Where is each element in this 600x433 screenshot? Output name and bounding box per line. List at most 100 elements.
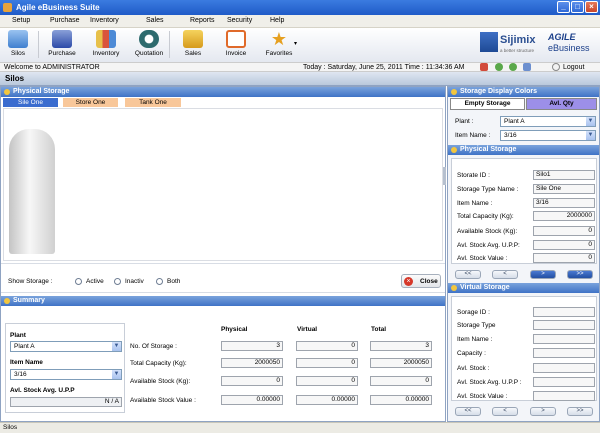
menu-reports[interactable]: Reports xyxy=(190,17,215,24)
menu-sales[interactable]: Sales xyxy=(146,17,164,24)
logout-link[interactable]: Logout xyxy=(563,64,584,72)
datetime-text: Today : Saturday, June 25, 2011 Time : 1… xyxy=(303,64,465,71)
detail-value: 2000000 xyxy=(533,211,595,221)
col-physical: Physical xyxy=(221,326,248,333)
bar-chart-icon xyxy=(96,30,116,48)
home-icon[interactable] xyxy=(480,63,488,71)
chevron-down-icon: ▼ xyxy=(586,131,595,140)
forward-icon[interactable] xyxy=(509,63,517,71)
toolbar-invoice-button[interactable]: Invoice xyxy=(218,29,254,60)
detail-value: 0 xyxy=(533,226,595,236)
total-value: 2000050 xyxy=(370,358,432,368)
agile-logo-text: AGILE xyxy=(548,32,576,42)
summary-item-select[interactable]: 3/16 ▼ xyxy=(10,369,122,380)
physical-value: 0 xyxy=(221,376,283,386)
row-label: No. Of Storage : xyxy=(130,343,177,350)
logout-icon[interactable] xyxy=(552,63,560,71)
detail-value: 3/16 xyxy=(533,198,595,208)
menu-purchase[interactable]: Purchase xyxy=(50,17,80,24)
detail-label: Avl. Stock Avg. U.P.P: xyxy=(457,242,520,249)
toolbar-sales-button[interactable]: Sales xyxy=(175,29,211,60)
radio-inactive-label: Inactiv xyxy=(125,278,144,285)
row-label: Available Stock Value : xyxy=(130,397,196,404)
back-icon[interactable] xyxy=(495,63,503,71)
chevron-down-icon: ▼ xyxy=(112,370,121,379)
radio-both-label: Both xyxy=(167,278,181,285)
ebusiness-logo-text: eBusiness xyxy=(548,43,590,53)
phys-next-button[interactable]: > xyxy=(530,270,556,279)
detail-value: 0 xyxy=(533,253,595,263)
close-window-button[interactable]: × xyxy=(585,1,598,13)
detail-value: Sile One xyxy=(533,184,595,194)
favorites-dropdown-icon[interactable]: ▾ xyxy=(294,40,297,47)
virt-first-button[interactable]: << xyxy=(455,407,481,416)
sijimix-logo-text: Sijimix xyxy=(500,34,536,46)
window-title: Agile eBusiness Suite xyxy=(16,3,100,12)
virt-label: Avl. Stock Value : xyxy=(457,393,508,400)
avl-qty-swatch: Avl. Qty xyxy=(526,98,597,110)
tab-sile-one[interactable]: Sile One xyxy=(3,98,58,107)
coins-icon xyxy=(183,30,203,48)
virt-label: Item Name : xyxy=(457,336,493,343)
tab-store-one[interactable]: Store One xyxy=(63,98,118,107)
virt-next-button[interactable]: > xyxy=(530,407,556,416)
menu-setup[interactable]: Setup xyxy=(12,17,30,24)
close-button[interactable]: × Close xyxy=(401,274,441,288)
virt-value xyxy=(533,307,595,317)
detail-label: Total Capacity (Kg): xyxy=(457,213,514,220)
summary-plant-label: Plant xyxy=(10,332,26,339)
radio-both[interactable] xyxy=(156,278,163,285)
physical-storage-header: Physical Storage xyxy=(1,87,445,97)
close-icon: × xyxy=(404,277,413,286)
storage-canvas xyxy=(3,108,443,261)
silo-graphic[interactable] xyxy=(9,129,55,254)
phys-last-button[interactable]: >> xyxy=(567,270,593,279)
toolbar-silos-button[interactable]: Silos xyxy=(0,29,36,60)
virt-value xyxy=(533,391,595,401)
virt-detail-header: Virtual Storage xyxy=(448,283,599,293)
summary-avg-value: N / A xyxy=(10,397,122,407)
splitter-handle[interactable] xyxy=(443,167,446,185)
detail-label: Storage Type Name : xyxy=(457,186,519,193)
info-bar: Welcome to ADMINISTRATOR Today : Saturda… xyxy=(0,62,600,72)
detail-label: Storate ID : xyxy=(457,172,490,179)
radio-inactive[interactable] xyxy=(114,278,121,285)
maximize-button[interactable]: □ xyxy=(571,1,584,13)
storage-colors-header: Storage Display Colors xyxy=(448,87,599,97)
phys-prev-button[interactable]: < xyxy=(492,270,518,279)
colors-item-label: Item Name : xyxy=(455,132,491,139)
toolbar-purchase-button[interactable]: Purchase xyxy=(44,29,80,60)
minimize-button[interactable]: _ xyxy=(557,1,570,13)
refresh-icon[interactable] xyxy=(523,63,531,71)
menu-help[interactable]: Help xyxy=(270,17,284,24)
toolbar-inventory-button[interactable]: Inventory xyxy=(88,29,124,60)
status-bar: Silos xyxy=(0,422,600,433)
summary-avg-label: Avl. Stock Avg. U.P.P xyxy=(10,387,75,394)
detail-value: 0 xyxy=(533,240,595,250)
sijimix-tagline: a better structure xyxy=(500,48,535,53)
tab-tank-one[interactable]: Tank One xyxy=(125,98,181,107)
colors-plant-select[interactable]: Plant A ▼ xyxy=(500,116,596,127)
phys-first-button[interactable]: << xyxy=(455,270,481,279)
physical-value: 3 xyxy=(221,341,283,351)
detail-label: Avl. Stock Value : xyxy=(457,255,508,262)
summary-plant-select[interactable]: Plant A ▼ xyxy=(10,341,122,352)
menu-security[interactable]: Security xyxy=(227,17,252,24)
chevron-down-icon: ▼ xyxy=(586,117,595,126)
virt-label: Storage Type xyxy=(457,322,496,329)
menu-bar: Setup Purchase Inventory Sales Reports S… xyxy=(0,15,600,28)
window-titlebar: Agile eBusiness Suite _ □ × xyxy=(0,0,600,15)
total-value: 0 xyxy=(370,376,432,386)
radio-active[interactable] xyxy=(75,278,82,285)
virt-last-button[interactable]: >> xyxy=(567,407,593,416)
colors-item-select[interactable]: 3/16 ▼ xyxy=(500,130,596,141)
physical-value: 2000050 xyxy=(221,358,283,368)
toolbar-quotation-button[interactable]: Quotation xyxy=(131,29,167,60)
virtual-value: 0 xyxy=(296,376,358,386)
menu-inventory[interactable]: Inventory xyxy=(90,17,119,24)
row-label: Available Stock (Kg): xyxy=(130,378,191,385)
total-value: 0.00000 xyxy=(370,395,432,405)
sijimix-logo-icon xyxy=(480,32,498,52)
virt-prev-button[interactable]: < xyxy=(492,407,518,416)
truck-icon xyxy=(52,30,72,48)
